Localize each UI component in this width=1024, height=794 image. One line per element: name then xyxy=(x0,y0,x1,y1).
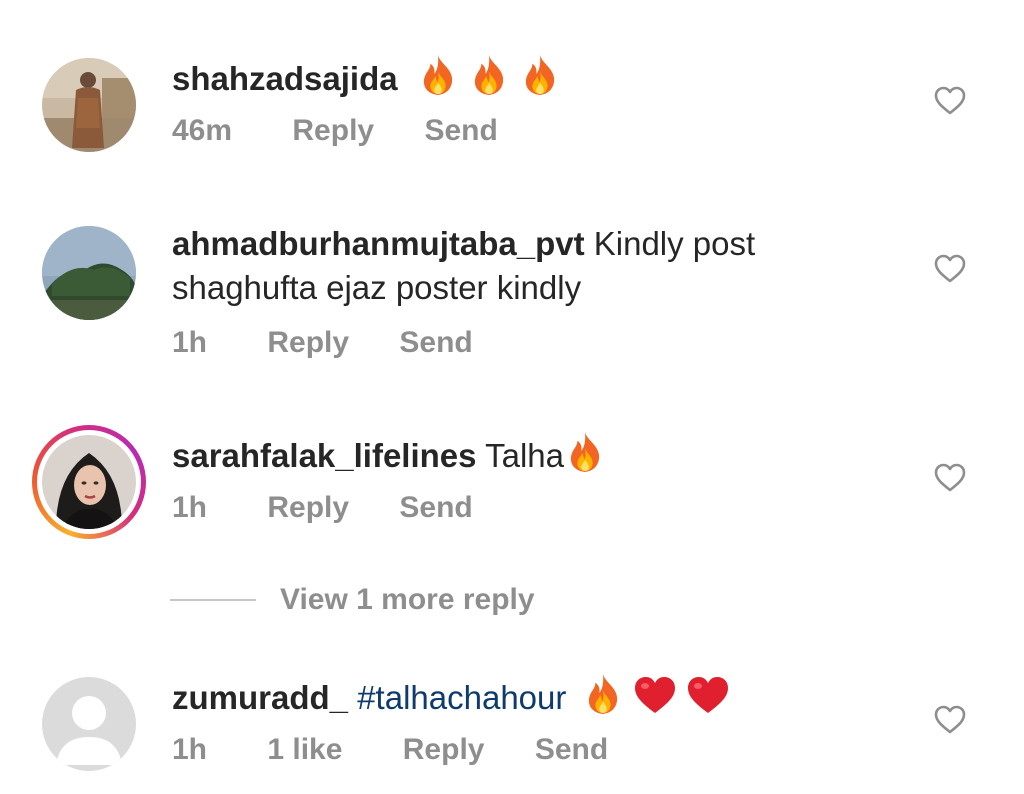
fire-emoji-icon xyxy=(566,431,604,484)
comment-username[interactable]: zumuradd_ xyxy=(172,679,348,716)
reply-button[interactable]: Reply xyxy=(403,733,485,767)
comment-timestamp: 1h xyxy=(172,733,208,766)
view-more-replies-label[interactable]: View 1 more reply xyxy=(280,583,535,617)
view-more-replies[interactable]: View 1 more reply xyxy=(170,580,535,620)
comment-timestamp: 1h xyxy=(172,491,208,524)
send-button[interactable]: Send xyxy=(399,491,472,525)
like-heart-icon[interactable] xyxy=(933,461,967,495)
comment-body: shahzadsajida xyxy=(172,54,872,107)
comment-body: ahmadburhanmujtaba_pvt Kindly post shagh… xyxy=(172,222,872,310)
fire-emoji-icon xyxy=(470,54,508,107)
avatar[interactable] xyxy=(42,677,136,771)
comment-timestamp: 46m xyxy=(172,114,233,147)
avatar[interactable] xyxy=(42,226,136,320)
comment-username[interactable]: sarahfalak_lifelines xyxy=(172,437,477,474)
comments-list: shahzadsajida 46m Reply Send ahmadburhan… xyxy=(0,0,1024,794)
avatar[interactable] xyxy=(42,435,136,529)
fire-emoji-icon xyxy=(419,54,457,107)
comment-meta: 1h Reply Send xyxy=(172,326,473,360)
like-heart-icon[interactable] xyxy=(933,252,967,286)
comment-meta: 1h Reply Send xyxy=(172,491,473,525)
comment-username[interactable]: shahzadsajida xyxy=(172,60,398,97)
like-heart-icon[interactable] xyxy=(933,84,967,118)
avatar[interactable] xyxy=(42,58,136,152)
like-heart-icon[interactable] xyxy=(933,703,967,737)
likes-count[interactable]: 1 like xyxy=(267,733,342,767)
view-more-divider xyxy=(170,599,256,601)
reply-button[interactable]: Reply xyxy=(267,491,349,525)
comment-hashtag[interactable]: #talhachahour xyxy=(357,679,566,716)
red-heart-emoji-icon xyxy=(633,675,677,726)
red-heart-emoji-icon xyxy=(686,675,730,726)
reply-button[interactable]: Reply xyxy=(292,114,374,148)
comment-text: Talha xyxy=(485,437,564,474)
send-button[interactable]: Send xyxy=(399,326,472,360)
comment-username[interactable]: ahmadburhanmujtaba_pvt xyxy=(172,225,585,262)
comment-meta: 46m Reply Send xyxy=(172,114,498,148)
send-button[interactable]: Send xyxy=(535,733,608,767)
send-button[interactable]: Send xyxy=(424,114,497,148)
fire-emoji-icon xyxy=(584,673,622,726)
story-ring[interactable] xyxy=(32,425,146,539)
comment-timestamp: 1h xyxy=(172,326,208,359)
fire-emoji-icon xyxy=(521,54,559,107)
comment-body: zumuradd_ #talhachahour xyxy=(172,673,872,726)
reply-button[interactable]: Reply xyxy=(267,326,349,360)
comment-body: sarahfalak_lifelines Talha xyxy=(172,431,872,484)
comment-meta: 1h 1 like Reply Send xyxy=(172,733,608,767)
